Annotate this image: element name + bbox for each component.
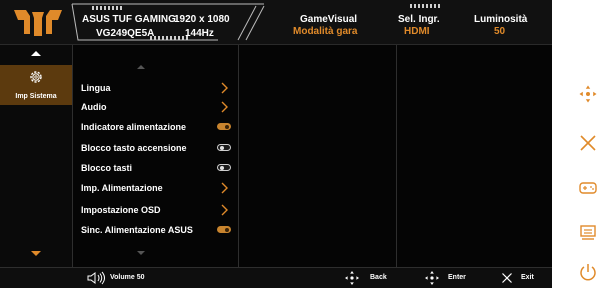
back-label: Back	[370, 274, 387, 281]
exit-close-icon	[502, 273, 512, 283]
menu-item-label: Audio	[81, 102, 107, 112]
gamepad-icon[interactable]	[578, 178, 598, 198]
toggle-knob	[225, 124, 229, 129]
category-down-arrow-icon[interactable]	[0, 245, 72, 261]
category-column: Imp Sistema	[0, 45, 73, 267]
menu-item-label: Sinc. Alimentazione ASUS	[81, 225, 193, 235]
osd-window: ASUS TUF GAMING VG249QE5A 1920 x 1080 14…	[0, 0, 552, 288]
menu-item-label: Blocco tasto accensione	[81, 143, 187, 153]
menu-scroll-up-icon[interactable]	[135, 63, 147, 71]
toggle-knob	[225, 227, 229, 232]
menu-item-label: Lingua	[81, 83, 111, 93]
menu-item-label: Indicatore alimentazione	[81, 122, 187, 132]
tuf-logo	[14, 10, 62, 36]
toggle-switch-on[interactable]	[217, 123, 231, 130]
menu-item[interactable]: Blocco tasto accensione	[81, 141, 231, 155]
exit-label: Exit	[521, 274, 534, 281]
submenu-panel	[239, 45, 397, 267]
menu-item[interactable]: Audio	[81, 100, 231, 114]
toggle-switch-on[interactable]	[217, 226, 231, 233]
model-text: VG249QE5A	[96, 28, 155, 39]
joystick-enter-icon	[425, 271, 439, 285]
menu-item[interactable]: Imp. Alimentazione	[81, 181, 231, 195]
input-label: Sel. Ingr.	[398, 14, 440, 25]
menu-item[interactable]: Impostazione OSD	[81, 203, 231, 217]
chevron-right-icon	[221, 182, 228, 194]
power-icon[interactable]	[578, 262, 598, 282]
five-way-joystick-icon[interactable]	[578, 84, 598, 104]
toggle-switch-off[interactable]	[217, 164, 231, 171]
header-stripes	[92, 6, 122, 10]
chevron-right-icon	[221, 101, 228, 113]
speaker-icon	[87, 271, 105, 285]
category-up-arrow-icon[interactable]	[0, 45, 72, 61]
brightness-label: Luminosità	[474, 14, 528, 25]
chevron-right-icon	[221, 204, 228, 216]
toggle-knob	[220, 165, 224, 170]
option-panel	[397, 45, 552, 267]
category-item-system[interactable]: Imp Sistema	[0, 65, 72, 105]
menu-scroll-down-icon[interactable]	[135, 249, 147, 257]
header-stripes	[150, 36, 188, 40]
game-visual-value: Modalità gara	[293, 26, 358, 37]
menu-item-label: Impostazione OSD	[81, 205, 161, 215]
menu-item-label: Imp. Alimentazione	[81, 183, 163, 193]
game-visual-label: GameVisual	[300, 14, 358, 25]
enter-label: Enter	[448, 274, 466, 281]
menu-item[interactable]: Sinc. Alimentazione ASUS	[81, 223, 231, 237]
toggle-switch-off[interactable]	[217, 144, 231, 151]
gear-icon	[30, 71, 42, 83]
input-icon[interactable]	[578, 222, 598, 242]
input-value: HDMI	[404, 26, 430, 37]
header-stripes	[410, 4, 440, 8]
chevron-right-icon	[221, 82, 228, 94]
close-icon[interactable]	[578, 133, 598, 153]
settings-menu-panel: Lingua Audio Indicatore alimentazione Blocc…	[73, 45, 239, 267]
brand-text: ASUS TUF GAMING	[82, 14, 176, 25]
joystick-back-icon	[345, 271, 359, 285]
brightness-value: 50	[494, 26, 506, 37]
menu-item[interactable]: Lingua	[81, 81, 231, 95]
menu-item[interactable]: Blocco tasti	[81, 161, 231, 175]
osd-footer: Volume 50 Back Enter Exit	[0, 267, 552, 288]
menu-item[interactable]: Indicatore alimentazione	[81, 120, 231, 134]
volume-label: Volume 50	[110, 274, 145, 281]
refresh-text: 144Hz	[185, 28, 214, 39]
menu-item-label: Blocco tasti	[81, 163, 133, 173]
osd-header: ASUS TUF GAMING VG249QE5A 1920 x 1080 14…	[0, 0, 552, 45]
toggle-knob	[220, 145, 224, 150]
category-label: Imp Sistema	[15, 93, 57, 100]
resolution-text: 1920 x 1080	[174, 14, 230, 25]
